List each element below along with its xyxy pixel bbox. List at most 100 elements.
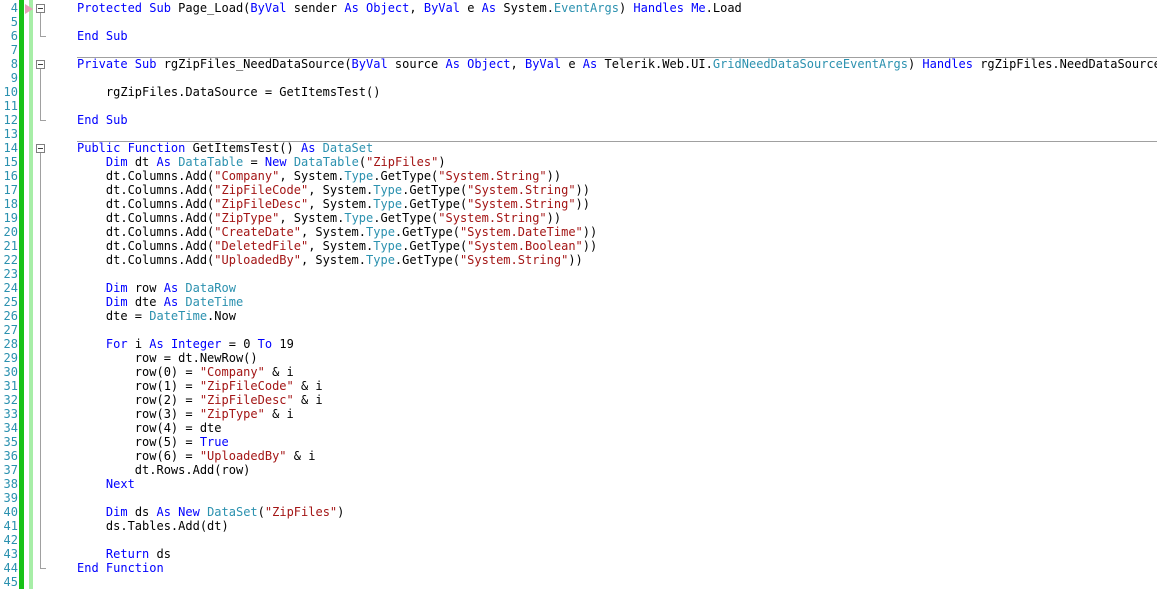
code-token: row(1) = (77, 379, 200, 393)
code-text[interactable]: row = dt.NewRow() (77, 351, 258, 365)
code-token: )) (582, 225, 598, 239)
collapse-minus-icon[interactable] (36, 144, 45, 153)
code-token: , System. (308, 239, 374, 253)
code-text[interactable]: row(3) = "ZipType" & i (77, 407, 294, 421)
line-number: 13 (3, 127, 18, 141)
code-text[interactable]: row(4) = dte (77, 421, 222, 435)
code-token: row(6) = (77, 449, 200, 463)
code-line[interactable]: 35 row(5) = True (0, 435, 1157, 449)
code-line[interactable]: 14 Public Function GetItemsTest() As Data… (0, 141, 1157, 155)
code-line[interactable]: 38 Next (0, 477, 1157, 491)
code-line[interactable]: 36 row(6) = "UploadedBy" & i (0, 449, 1157, 463)
code-line[interactable]: 42 (0, 533, 1157, 547)
code-text[interactable]: dt.Columns.Add("ZipType", System.Type.Ge… (77, 211, 561, 225)
code-text[interactable]: row(5) = True (77, 435, 229, 449)
code-line[interactable]: 23 (0, 267, 1157, 281)
code-text[interactable]: dt.Columns.Add("DeletedFile", System.Typ… (77, 239, 597, 253)
code-line[interactable]: 28 For i As Integer = 0 To 19 (0, 337, 1157, 351)
code-token: & i (264, 365, 294, 379)
code-line[interactable]: 15 Dim dt As DataTable = New DataTable("… (0, 155, 1157, 169)
code-line[interactable]: 12 End Sub (0, 113, 1157, 127)
code-line[interactable]: 25 Dim dte As DateTime (0, 295, 1157, 309)
code-token: ByVal (351, 57, 395, 71)
line-number: 38 (3, 477, 18, 491)
code-text[interactable]: Dim row As DataRow (77, 281, 236, 295)
code-text[interactable]: dte = DateTime.Now (77, 309, 236, 323)
code-text[interactable]: dt.Columns.Add("UploadedBy", System.Type… (77, 253, 583, 267)
code-line[interactable]: 37 dt.Rows.Add(row) (0, 463, 1157, 477)
code-line[interactable]: 11 (0, 99, 1157, 113)
code-text[interactable]: Next (77, 477, 135, 491)
code-text[interactable]: rgZipFiles.DataSource = GetItemsTest() (77, 85, 381, 99)
code-text[interactable]: dt.Columns.Add("Company", System.Type.Ge… (77, 169, 561, 183)
code-text[interactable]: Private Sub rgZipFiles_NeedDataSource(By… (77, 57, 1157, 71)
code-line[interactable]: 45 (0, 575, 1157, 589)
code-line[interactable]: 44 End Function (0, 561, 1157, 575)
code-text[interactable]: End Sub (77, 113, 128, 127)
code-line[interactable]: 17 dt.Columns.Add("ZipFileCode", System.… (0, 183, 1157, 197)
code-line[interactable]: 10 rgZipFiles.DataSource = GetItemsTest(… (0, 85, 1157, 99)
code-text[interactable]: End Sub (77, 29, 128, 43)
code-token: Type (373, 197, 403, 211)
code-token: .Now (207, 309, 236, 323)
code-text[interactable]: End Function (77, 561, 164, 575)
code-token: "System.String" (438, 169, 547, 183)
code-token: Private Sub (77, 57, 164, 71)
code-line[interactable]: 19 dt.Columns.Add("ZipType", System.Type… (0, 211, 1157, 225)
code-token: Dim (105, 295, 135, 309)
line-number: 11 (3, 99, 18, 113)
code-line[interactable]: 6 End Sub (0, 29, 1157, 43)
code-line[interactable]: 18 dt.Columns.Add("ZipFileDesc", System.… (0, 197, 1157, 211)
fold-end-tick (40, 568, 46, 569)
code-token: e (467, 1, 482, 15)
line-number: 33 (3, 407, 18, 421)
code-line[interactable]: 8 Private Sub rgZipFiles_NeedDataSource(B… (0, 57, 1157, 71)
code-lines[interactable]: 4 Protected Sub Page_Load(ByVal sender As… (0, 0, 1157, 589)
code-text[interactable]: row(6) = "UploadedBy" & i (77, 449, 316, 463)
code-line[interactable]: 9 (0, 71, 1157, 85)
code-text[interactable]: For i As Integer = 0 To 19 (77, 337, 294, 351)
code-text[interactable]: dt.Rows.Add(row) (77, 463, 251, 477)
code-line[interactable]: 33 row(3) = "ZipType" & i (0, 407, 1157, 421)
code-text[interactable]: dt.Columns.Add("ZipFileCode", System.Typ… (77, 183, 590, 197)
code-text[interactable]: row(1) = "ZipFileCode" & i (77, 379, 323, 393)
code-line[interactable]: 13 (0, 127, 1157, 141)
code-text[interactable]: row(0) = "Company" & i (77, 365, 294, 379)
code-line[interactable]: 5 (0, 15, 1157, 29)
code-text[interactable]: row(2) = "ZipFileDesc" & i (77, 393, 323, 407)
code-line[interactable]: 32 row(2) = "ZipFileDesc" & i (0, 393, 1157, 407)
code-line[interactable]: 4 Protected Sub Page_Load(ByVal sender As… (0, 1, 1157, 15)
code-line[interactable]: 20 dt.Columns.Add("CreateDate", System.T… (0, 225, 1157, 239)
code-text[interactable]: dt.Columns.Add("CreateDate", System.Type… (77, 225, 597, 239)
code-line[interactable]: 29 row = dt.NewRow() (0, 351, 1157, 365)
code-line[interactable]: 41 ds.Tables.Add(dt) (0, 519, 1157, 533)
collapse-minus-icon[interactable] (36, 60, 45, 69)
code-text[interactable]: Dim dte As DateTime (77, 295, 243, 309)
code-text[interactable]: Dim ds As New DataSet("ZipFiles") (77, 505, 344, 519)
code-line[interactable]: 21 dt.Columns.Add("DeletedFile", System.… (0, 239, 1157, 253)
code-line[interactable]: 40 Dim ds As New DataSet("ZipFiles") (0, 505, 1157, 519)
code-token: , System. (308, 197, 374, 211)
code-line[interactable]: 24 Dim row As DataRow (0, 281, 1157, 295)
code-line[interactable]: 16 dt.Columns.Add("Company", System.Type… (0, 169, 1157, 183)
code-line[interactable]: 39 (0, 491, 1157, 505)
code-token: .GetType( (394, 225, 460, 239)
code-text[interactable]: Return ds (77, 547, 171, 561)
code-line[interactable]: 7 (0, 43, 1157, 57)
code-text[interactable]: Public Function GetItemsTest() As DataSe… (77, 141, 373, 155)
code-line[interactable]: 22 dt.Columns.Add("UploadedBy", System.T… (0, 253, 1157, 267)
code-line[interactable]: 34 row(4) = dte (0, 421, 1157, 435)
code-line[interactable]: 31 row(1) = "ZipFileCode" & i (0, 379, 1157, 393)
code-text[interactable]: dt.Columns.Add("ZipFileDesc", System.Typ… (77, 197, 590, 211)
code-line[interactable]: 26 dte = DateTime.Now (0, 309, 1157, 323)
code-line[interactable]: 30 row(0) = "Company" & i (0, 365, 1157, 379)
code-editor[interactable]: 4 Protected Sub Page_Load(ByVal sender As… (0, 0, 1157, 589)
collapse-minus-icon[interactable] (36, 4, 45, 13)
code-text[interactable]: Dim dt As DataTable = New DataTable("Zip… (77, 155, 446, 169)
code-token: "DeletedFile" (214, 239, 309, 253)
code-text[interactable]: Protected Sub Page_Load(ByVal sender As … (77, 1, 742, 15)
code-line[interactable]: 43 Return ds (0, 547, 1157, 561)
code-text[interactable]: ds.Tables.Add(dt) (77, 519, 229, 533)
code-line[interactable]: 27 (0, 323, 1157, 337)
